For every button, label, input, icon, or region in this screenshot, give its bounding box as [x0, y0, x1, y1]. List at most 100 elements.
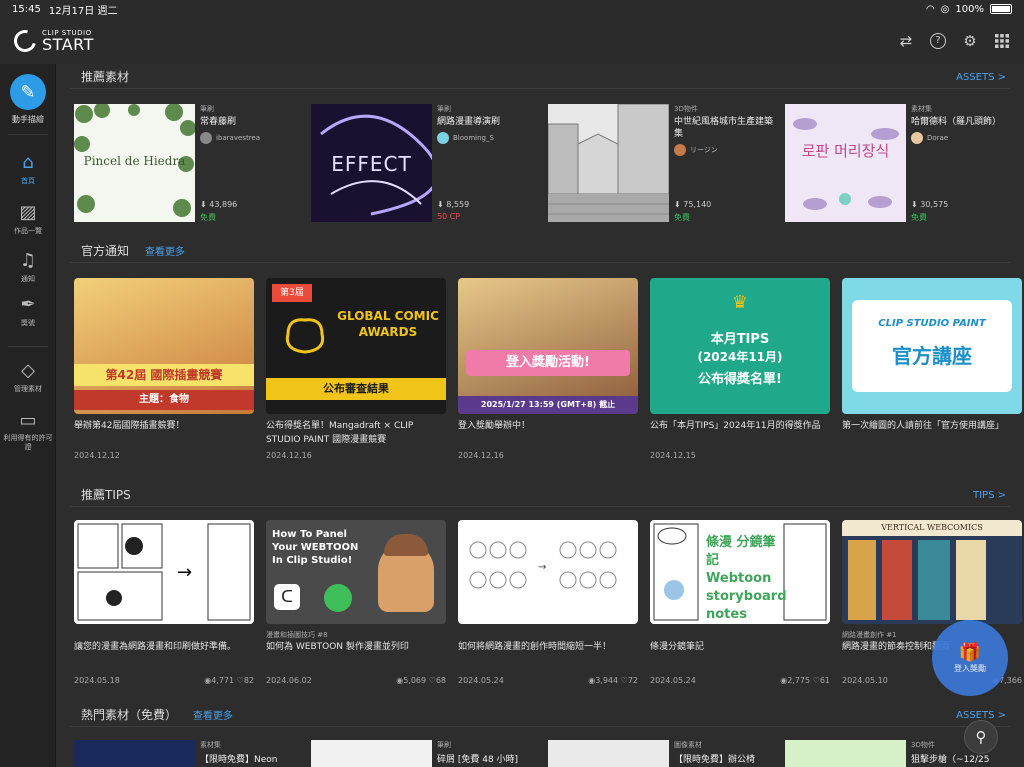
- notice-banner-subtext: (2024年11月): [697, 350, 783, 364]
- sidebar-item-label: 首頁: [21, 177, 35, 185]
- tip-thumbnail: →: [458, 520, 638, 624]
- section-title-text: 推薦TIPS: [81, 488, 131, 502]
- asset-author: Blooming_S: [453, 134, 494, 142]
- hot-assets-more-link[interactable]: 查看更多: [193, 711, 233, 722]
- notice-title: 舉辦第42屆國際插畫競賽！: [74, 421, 185, 431]
- pen-icon: ✒: [20, 294, 36, 315]
- section-title-tips: 推薦TIPS: [81, 486, 131, 503]
- notice-banner: 登入獎勵活動! 2025/1/27 13:59 (GMT+8) 截止: [458, 278, 638, 414]
- tip-banner-text: VERTICAL WEBCOMICS: [842, 520, 1022, 536]
- status-time: 15:45: [12, 3, 41, 15]
- notice-card[interactable]: 第42屆 國際插畫競賽 主題：食物 舉辦第42屆國際插畫競賽！ 2024.12.…: [74, 278, 254, 460]
- notice-card[interactable]: CLIP STUDIO PAINT 官方講座 第一次繪圖的人請前往「官方使用講座…: [842, 278, 1022, 451]
- tip-card[interactable]: → 如何將網路漫畫的創作時間縮短一半！ 2024.05.24 ◉3,944 ♡72: [458, 520, 638, 685]
- bell-icon: ♫: [19, 250, 37, 271]
- section-divider: [70, 262, 1010, 263]
- tip-card[interactable]: 條漫 分鏡筆記 Webtoon storyboard notes 條漫分鏡筆記 …: [650, 520, 830, 685]
- grid-menu-icon[interactable]: [994, 33, 1010, 49]
- status-bar: 15:45 12月17日 週二 ◠ ◎ 100%: [0, 0, 1024, 18]
- asset-name: 碎屑 [免費 48 小時]: [437, 755, 519, 765]
- svg-text:→: →: [177, 562, 192, 583]
- clip-studio-logo[interactable]: CLIP STUDIO START: [9, 25, 94, 57]
- download-icon: ⬇: [911, 200, 918, 209]
- sidebar-item-manage-assets[interactable]: ◇ 管理素材: [0, 360, 56, 394]
- notice-card[interactable]: ♛ 本月TIPS (2024年11月) 公布得獎名單! 公布「本月TIPS」20…: [650, 278, 830, 460]
- brush-icon: ✎: [20, 81, 36, 103]
- notice-banner-subtext-2: 公布得獎名單!: [698, 372, 782, 387]
- sidebar-item-home[interactable]: ⌂ 首頁: [0, 152, 56, 186]
- sidebar-item-notifications[interactable]: ♫ 通知: [0, 250, 56, 284]
- notice-title: 登入獎勵舉辦中！: [458, 421, 531, 431]
- heart-icon: ♡: [236, 676, 244, 685]
- tip-banner-text: 條漫 分鏡筆記 Webtoon storyboard notes: [706, 535, 787, 622]
- sidebar: ✎ 動手描繪 ⌂ 首頁 ▨ 作品一覽 ♫ 通知 ✒ 獎號 ◇ 管理素材 ▭ 利用…: [0, 64, 56, 767]
- asset-thumbnail: [74, 740, 195, 767]
- asset-downloads: 8,559: [446, 200, 470, 209]
- asset-card[interactable]: 3D物件 中世紀風格城市生產建築集 リージン ⬇ 75,140 免費: [548, 104, 780, 224]
- asset-thumbnail: [785, 740, 906, 767]
- tip-card[interactable]: → 讓您的漫畫為網路漫畫和印刷做好準備。 2024.05.18 ◉4,771 ♡8…: [74, 520, 254, 685]
- asset-thumbnail: Pincel de Hiedra: [74, 104, 195, 222]
- asset-price: 免費: [674, 213, 690, 222]
- asset-card[interactable]: Pincel de Hiedra 筆刷 常春藤刷 ibaravestrea ⬇ …: [74, 104, 306, 224]
- asset-category: 3D物件: [674, 105, 698, 113]
- notice-card[interactable]: 登入獎勵活動! 2025/1/27 13:59 (GMT+8) 截止 登入獎勵舉…: [458, 278, 638, 460]
- notices-more-link[interactable]: 查看更多: [145, 247, 185, 258]
- draw-button-label: 動手描繪: [12, 115, 44, 124]
- section-title-text: 官方通知: [81, 244, 130, 258]
- tip-series: [458, 630, 638, 640]
- asset-card[interactable]: 素材集 【限時免費】Neon: [74, 740, 306, 767]
- tips-link[interactable]: TIPS >: [973, 490, 1006, 501]
- tip-views: 5,069: [403, 676, 427, 685]
- login-bonus-label: 登入獎勵: [954, 664, 986, 673]
- tip-card[interactable]: How To Panel Your WEBTOON In Clip Studio…: [266, 520, 446, 685]
- battery-level: 100%: [955, 3, 984, 15]
- section-title-notices: 官方通知 查看更多: [81, 242, 185, 259]
- asset-author: リージン: [690, 146, 718, 154]
- notice-card[interactable]: 第3屆 GLOBAL COMIC AWARDS 公布審查結果 公布得獎名單！Ma…: [266, 278, 446, 460]
- asset-thumbnail: [311, 740, 432, 767]
- search-button[interactable]: ⚲: [964, 720, 998, 754]
- section-divider: [70, 506, 1010, 507]
- sidebar-item-licenses[interactable]: ▭ 利用得有的許可證: [0, 410, 56, 452]
- asset-card[interactable]: EFFECT 筆刷 網路漫畫導演刷 Blooming_S ⬇ 8,559 50 …: [311, 104, 543, 224]
- section-divider: [70, 726, 1010, 727]
- login-bonus-button[interactable]: 🎁 登入獎勵: [932, 620, 1008, 696]
- help-icon[interactable]: ?: [930, 33, 946, 49]
- notice-banner-text: GLOBAL COMIC AWARDS: [337, 309, 439, 339]
- asset-name: 哈爾德科（羅凡頭飾）: [911, 117, 1002, 127]
- heart-icon: ♡: [620, 676, 628, 685]
- battery-icon: [990, 4, 1012, 14]
- asset-category: 筆刷: [437, 105, 451, 113]
- notice-banner: ♛ 本月TIPS (2024年11月) 公布得獎名單!: [650, 278, 830, 414]
- asset-category: 筆刷: [200, 105, 214, 113]
- sidebar-item-gallery[interactable]: ▨ 作品一覽: [0, 202, 56, 236]
- tip-series: [74, 630, 254, 640]
- tip-likes: 61: [819, 676, 830, 685]
- sync-icon[interactable]: ⇄: [898, 33, 914, 49]
- search-icon: ⚲: [975, 728, 987, 746]
- wifi-icon: ◠: [925, 3, 935, 15]
- notice-date: 2024.12.12: [74, 451, 120, 460]
- asset-category: 圖像素材: [674, 741, 702, 749]
- sidebar-divider: [8, 346, 48, 347]
- asset-downloads: 30,575: [920, 200, 949, 209]
- asset-name: 中世紀風格城市生產建築集: [674, 117, 774, 139]
- notice-date: 2024.12.16: [266, 451, 312, 460]
- sidebar-item-label: 利用得有的許可證: [3, 434, 53, 451]
- draw-button[interactable]: ✎: [10, 74, 46, 110]
- assets-link[interactable]: ASSETS >: [956, 72, 1006, 83]
- notice-banner-subtext: 公布審查結果: [266, 378, 446, 400]
- asset-name: 常春藤刷: [200, 117, 237, 127]
- download-icon: ⬇: [674, 200, 681, 209]
- asset-card[interactable]: 筆刷 碎屑 [免費 48 小時]: [311, 740, 543, 767]
- notice-date: 2024.12.16: [458, 451, 504, 460]
- asset-thumbnail: [548, 104, 669, 222]
- notice-banner-text: 本月TIPS: [710, 332, 770, 347]
- asset-card[interactable]: 圖像素材 【限時免費】辦公椅: [548, 740, 780, 767]
- license-icon: ▭: [19, 410, 37, 431]
- shapes-icon: ◇: [21, 360, 35, 381]
- sidebar-item-serial[interactable]: ✒ 獎號: [0, 294, 56, 328]
- asset-card[interactable]: 로판 머리장식 素材集 哈爾德科（羅凡頭飾） Dorae ⬇ 30,575 免費: [785, 104, 1017, 224]
- gear-icon[interactable]: ⚙: [962, 33, 978, 49]
